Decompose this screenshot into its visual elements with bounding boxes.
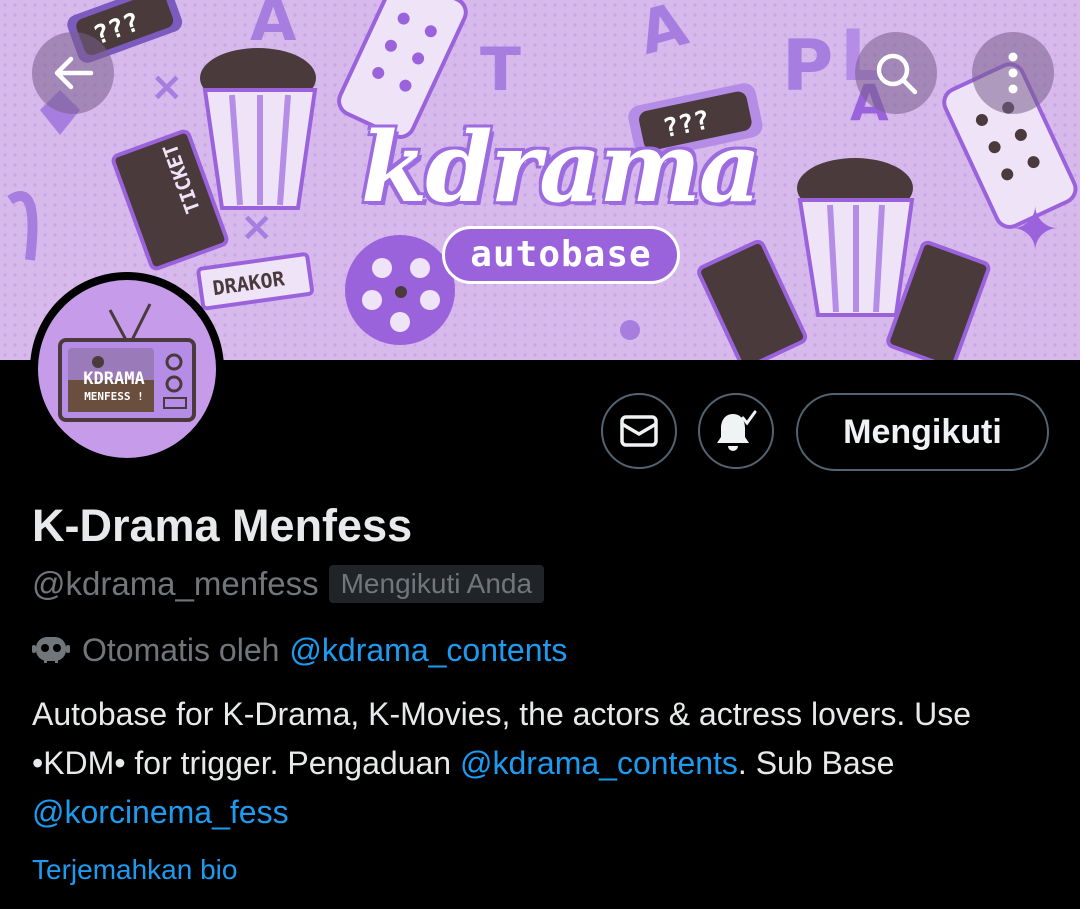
svg-text:✦: ✦ [1010, 195, 1060, 265]
back-button[interactable] [32, 32, 114, 114]
bell-check-icon [717, 410, 757, 451]
banner-letter-t: T [480, 35, 521, 105]
automated-account-link[interactable]: @kdrama_contents [289, 632, 567, 669]
display-name: K-Drama Menfess [32, 500, 413, 551]
automated-label: Otomatis oleh @kdrama_contents [32, 630, 567, 670]
handle: @kdrama_menfess [32, 565, 319, 602]
notifications-button[interactable] [698, 393, 774, 469]
robot-icon [32, 633, 70, 667]
handle-row: @kdrama_menfess Mengikuti Anda [32, 564, 545, 604]
bio-text-2: . Sub Base [737, 745, 895, 781]
following-button[interactable]: Mengikuti [796, 393, 1049, 471]
more-vertical-icon [1008, 52, 1018, 94]
follows-you-badge: Mengikuti Anda [328, 565, 545, 603]
banner-subtitle: autobase [442, 226, 680, 284]
svg-text:×: × [240, 204, 274, 250]
banner-letter-p: P [782, 25, 833, 107]
automated-prefix: Otomatis oleh [82, 631, 280, 668]
avatar-image: KDRAMA MENFESS ! [38, 280, 216, 458]
popcorn-right [797, 158, 915, 317]
arrow-left-icon [54, 56, 94, 90]
search-icon [876, 53, 918, 95]
bio-mention-kdrama-contents[interactable]: @kdrama_contents [460, 745, 738, 781]
message-button[interactable] [601, 393, 677, 469]
translate-bio-link[interactable]: Terjemahkan bio [32, 854, 237, 886]
avatar-line1: KDRAMA [83, 369, 145, 389]
banner-letter-a: A [250, 0, 297, 55]
banner-title: kdrama [360, 111, 761, 224]
svg-text:×: × [150, 64, 184, 110]
bio-mention-korcinema-fess[interactable]: @korcinema_fess [32, 794, 289, 830]
film-reel [345, 235, 455, 345]
bio: Autobase for K-Drama, K-Movies, the acto… [32, 690, 1062, 837]
avatar-line2: MENFESS ! [84, 390, 144, 403]
mail-icon [620, 415, 658, 447]
avatar-text: KDRAMA MENFESS ! [74, 370, 154, 406]
popcorn-left [200, 48, 318, 210]
more-options-button[interactable] [972, 32, 1054, 114]
avatar[interactable]: KDRAMA MENFESS ! [30, 272, 224, 466]
search-button[interactable] [855, 32, 937, 114]
